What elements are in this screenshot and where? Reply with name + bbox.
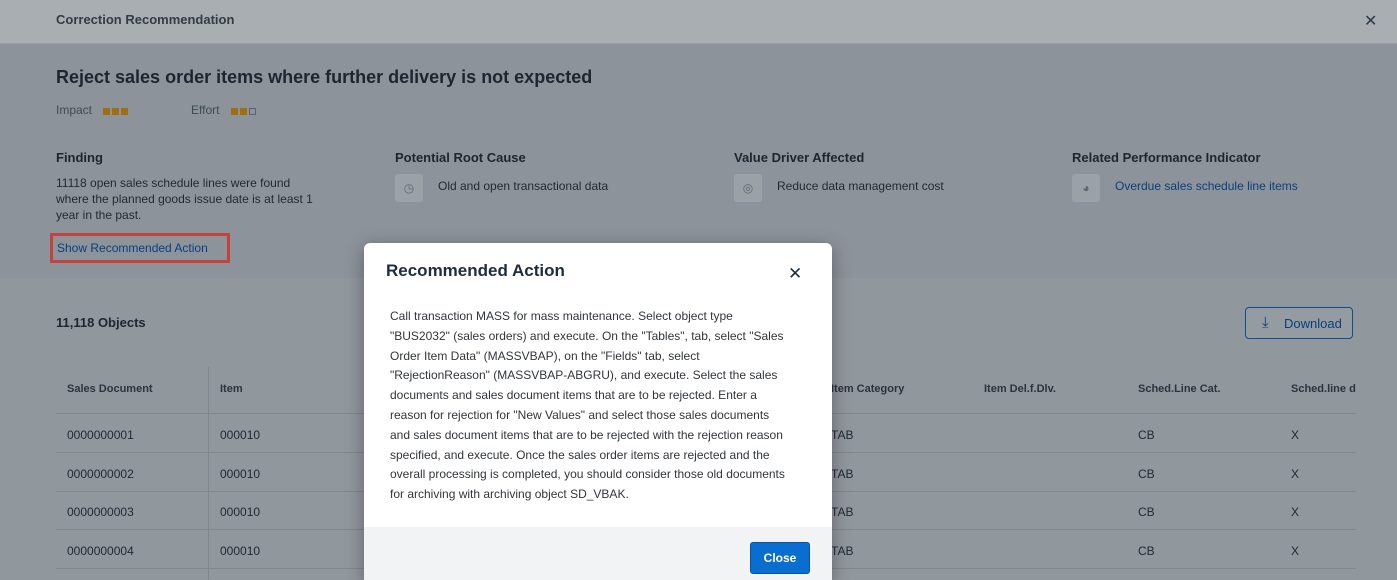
root-cause-text: Old and open transactional data (438, 179, 609, 193)
finding-heading: Finding (56, 150, 103, 165)
body-line: Call transaction MASS for mass maintenan… (390, 309, 733, 323)
rating-dot (112, 108, 120, 116)
dialog-body-text: Call transaction MASS for mass maintenan… (390, 307, 810, 505)
finding-text: 11118 open sales schedule lines were fou… (56, 175, 336, 223)
column-header-item[interactable]: Item (220, 383, 243, 395)
cell-sched-line-cat: CB (1138, 505, 1155, 519)
dialog-header-bar: Correction Recommendation ✕ (0, 0, 1397, 44)
effort-label: Effort (191, 103, 220, 117)
cell-sched-line-cat: CB (1138, 428, 1155, 442)
cell-item: 000010 (220, 505, 261, 519)
body-line: for archiving with archiving object SD_V… (390, 487, 629, 502)
download-icon: ⤓ (1262, 314, 1269, 331)
dialog-title: Correction Recommendation (56, 12, 235, 27)
cell-sched-line-d: X (1291, 544, 1300, 558)
indicator-link[interactable]: Overdue sales schedule line items (1115, 178, 1298, 194)
objects-count: 11,118 Objects (56, 315, 146, 330)
cell-item-category: TAB (831, 428, 854, 442)
show-recommended-action-link[interactable]: Show Recommended Action (50, 233, 230, 263)
impact-dots (103, 104, 130, 118)
cell-item: 000010 (220, 544, 261, 558)
cell-sales-document: 0000000004 (67, 544, 134, 558)
cell-sched-line-cat: CB (1138, 467, 1155, 481)
column-header-sales-document[interactable]: Sales Document (67, 383, 153, 395)
effort-rating: Effort (191, 103, 258, 118)
cell-item-category: TAB (831, 544, 854, 558)
cell-item: 000010 (220, 428, 261, 442)
body-line: documents and sales document items that … (390, 388, 757, 403)
target-icon: ◎ (734, 174, 762, 202)
cell-sched-line-cat: CB (1138, 544, 1155, 558)
column-header-item-del[interactable]: Item Del.f.Dlv. (984, 383, 1056, 395)
indicator-heading: Related Performance Indicator (1072, 150, 1261, 165)
body-line: specified, and execute. Once the sales o… (390, 447, 770, 462)
rating-dot (121, 108, 129, 116)
close-icon[interactable]: ✕ (1364, 11, 1377, 31)
body-line: reason for rejection for "New Values" an… (390, 407, 770, 422)
close-icon[interactable]: ✕ (788, 264, 802, 284)
finding-line: year in the past. (56, 208, 142, 222)
cell-sched-line-d: X (1291, 505, 1300, 519)
show-recommended-action-label[interactable]: Show Recommended Action (57, 241, 208, 255)
download-label: Download (1284, 316, 1342, 331)
body-line: "BUS2032" (sales orders) and execute. On… (390, 328, 784, 343)
effort-dots (230, 104, 258, 118)
cell-item-category: TAB (831, 505, 854, 519)
gauge-icon: ◕ (1072, 174, 1100, 202)
body-line: "RejectionReason" (MASSVBAP-ABGRU), and … (390, 368, 778, 383)
rating-dot (230, 108, 238, 116)
rating-dot (239, 108, 247, 116)
body-line: overall processing is completed, you sho… (390, 467, 785, 482)
impact-label: Impact (56, 103, 93, 117)
value-driver-text: Reduce data management cost (777, 179, 944, 193)
download-button[interactable]: ⤓ Download (1245, 307, 1353, 339)
cell-sales-document: 0000000002 (67, 467, 134, 481)
cell-sales-document: 0000000001 (67, 428, 134, 442)
cell-sched-line-d: X (1291, 428, 1300, 442)
column-header-item-category[interactable]: Item Category (831, 383, 904, 395)
rating-dot-empty (248, 108, 256, 116)
dialog-footer: Close (364, 527, 832, 580)
impact-rating: Impact (56, 103, 130, 118)
finding-line: 11118 open sales schedule lines were fou… (56, 176, 291, 190)
column-header-sched-line-d[interactable]: Sched.line d (1291, 383, 1356, 395)
column-header-sched-line-cat[interactable]: Sched.Line Cat. (1138, 383, 1221, 395)
cell-sales-document: 0000000003 (67, 505, 134, 519)
body-line: and sales document items that are to be … (390, 427, 783, 442)
dialog-heading: Recommended Action (386, 261, 565, 280)
recommended-action-dialog: Recommended Action ✕ Call transaction MA… (364, 243, 832, 580)
cell-item-category: TAB (831, 467, 854, 481)
finding-line: where the planned goods issue date is at… (56, 192, 313, 206)
clock-icon: ◷ (395, 174, 423, 202)
rating-dot (103, 108, 111, 116)
cell-item: 000010 (220, 467, 261, 481)
recommendation-title: Reject sales order items where further d… (56, 67, 593, 87)
root-cause-heading: Potential Root Cause (395, 150, 526, 165)
value-driver-heading: Value Driver Affected (734, 150, 865, 165)
body-line: Order Item Data" (MASSVBAP), on the "Fie… (390, 348, 700, 363)
close-button[interactable]: Close (750, 542, 810, 574)
cell-sched-line-d: X (1291, 467, 1300, 481)
